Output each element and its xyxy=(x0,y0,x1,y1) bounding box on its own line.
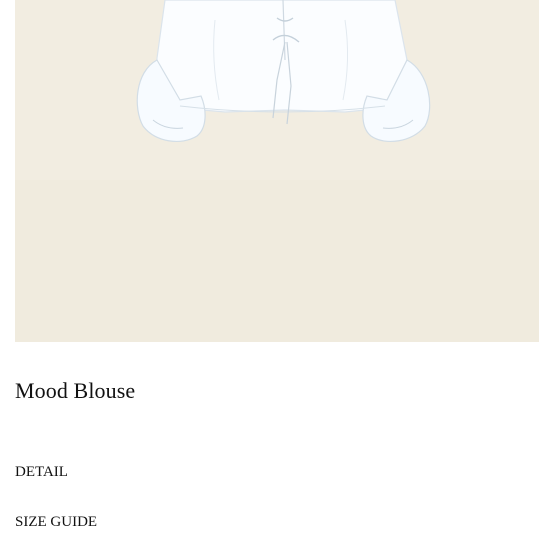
product-page: Mood Blouse DETAIL SIZE GUIDE xyxy=(0,0,554,554)
product-image[interactable] xyxy=(15,0,539,342)
detail-link[interactable]: DETAIL xyxy=(15,462,68,482)
size-guide-link[interactable]: SIZE GUIDE xyxy=(15,512,97,532)
blouse-illustration xyxy=(15,0,539,342)
product-title: Mood Blouse xyxy=(15,378,136,403)
